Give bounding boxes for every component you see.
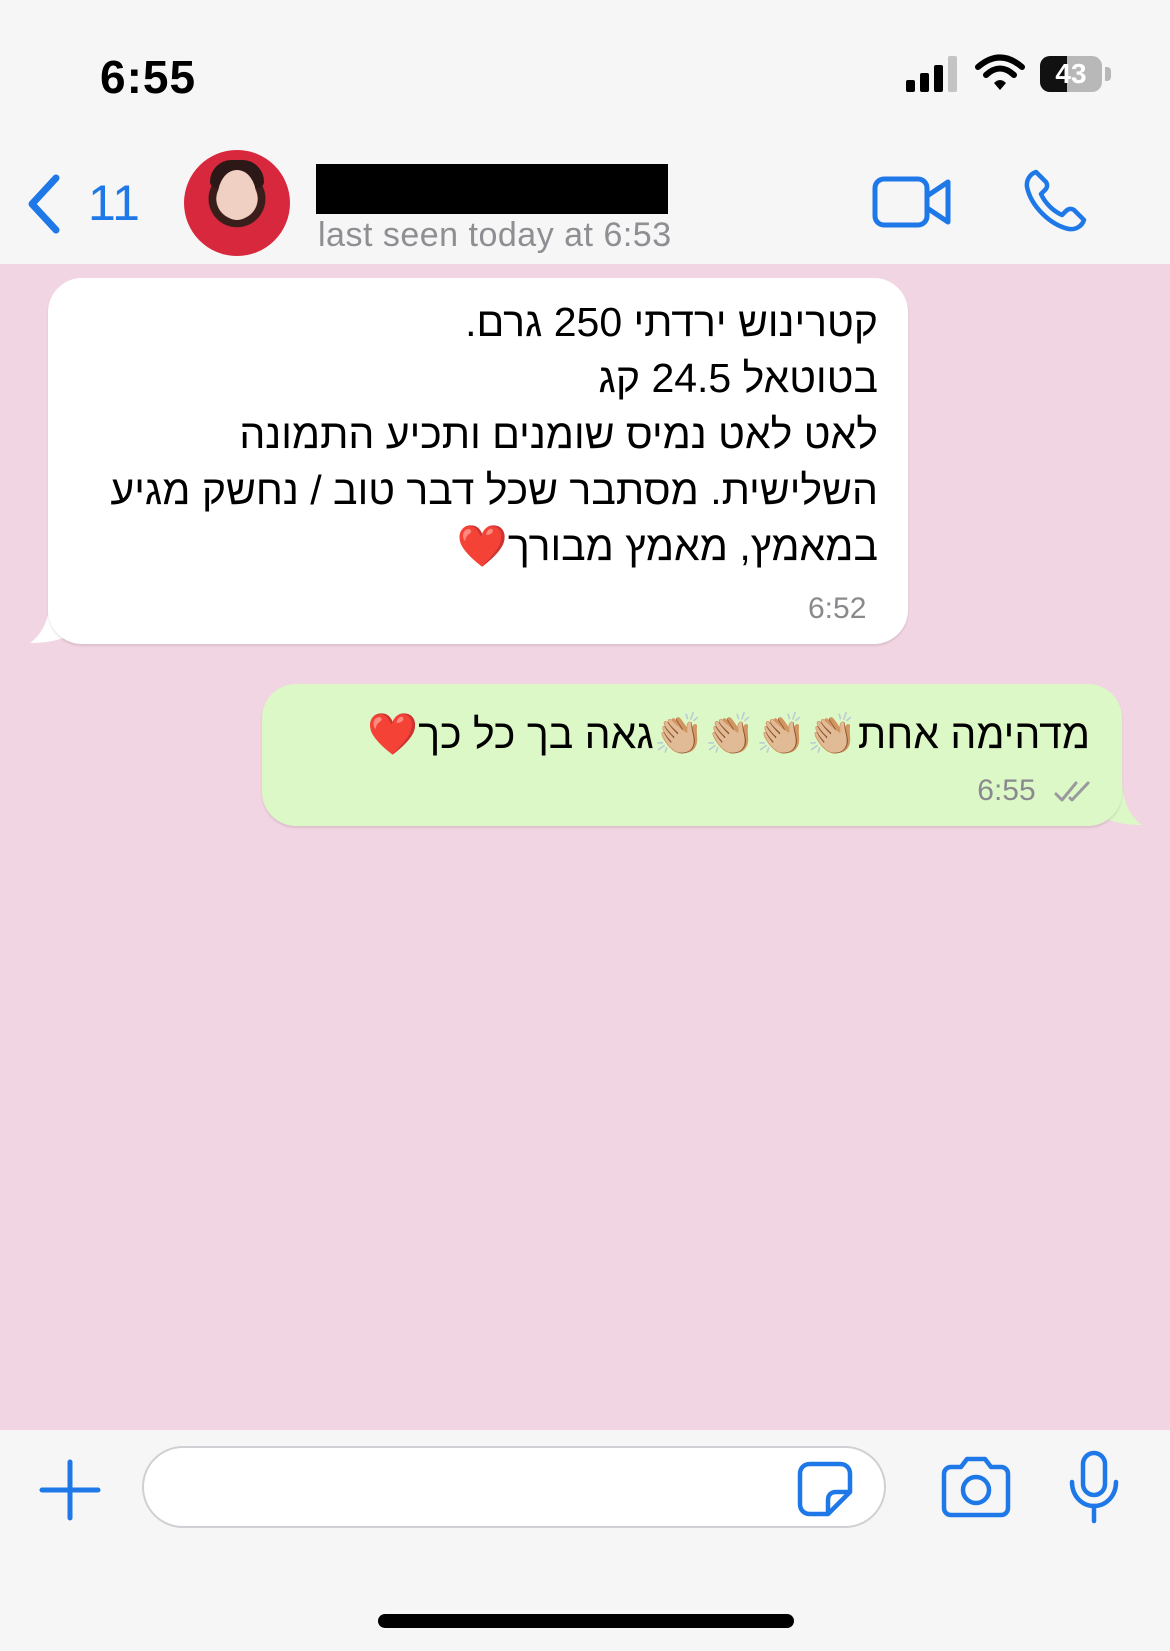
sticker-icon[interactable] — [796, 1460, 854, 1518]
message-time: 6:52 — [808, 592, 867, 625]
back-button-unread-count[interactable]: 11 — [88, 174, 140, 232]
outgoing-message-bubble[interactable]: מדהימה אחת👏🏼👏🏼👏🏼👏🏼גאה בך כל כך❤️ 6:55 — [262, 684, 1122, 826]
camera-icon[interactable] — [940, 1456, 1012, 1518]
message-input[interactable] — [142, 1446, 886, 1528]
home-indicator[interactable] — [378, 1614, 794, 1628]
message-time: 6:55 — [977, 774, 1036, 807]
wifi-icon — [975, 54, 1025, 90]
status-bar: 6:55 43 — [0, 0, 1170, 150]
message-text: מדהימה אחת👏🏼👏🏼👏🏼👏🏼גאה בך כל כך❤️ — [367, 711, 1090, 757]
incoming-message-bubble[interactable]: קטרינוש ירדתי 250 גרם. בטוטאל 24.5 קג לא… — [48, 278, 908, 644]
chat-area[interactable]: קטרינוש ירדתי 250 גרם. בטוטאל 24.5 קג לא… — [0, 264, 1170, 1430]
composer-bar — [0, 1430, 1170, 1651]
plus-icon[interactable] — [38, 1458, 102, 1522]
voice-call-icon[interactable] — [1022, 168, 1088, 234]
battery-level: 43 — [1055, 58, 1087, 89]
status-time: 6:55 — [100, 51, 197, 103]
chat-header: 11 last seen today at 6:53 — [0, 150, 1170, 264]
video-call-icon[interactable] — [872, 174, 952, 230]
avatar[interactable] — [184, 150, 290, 256]
last-seen-status: last seen today at 6:53 — [318, 216, 672, 254]
message-meta: 6:55 — [977, 774, 1094, 808]
cellular-signal-icon — [906, 56, 957, 92]
microphone-icon[interactable] — [1068, 1450, 1120, 1524]
contact-name-redacted[interactable] — [316, 164, 668, 214]
double-check-read-icon — [1054, 781, 1090, 802]
back-chevron-icon[interactable] — [22, 172, 66, 236]
message-text: קטרינוש ירדתי 250 גרם. בטוטאל 24.5 קג לא… — [110, 299, 878, 569]
battery-icon: 43 — [1040, 56, 1112, 92]
